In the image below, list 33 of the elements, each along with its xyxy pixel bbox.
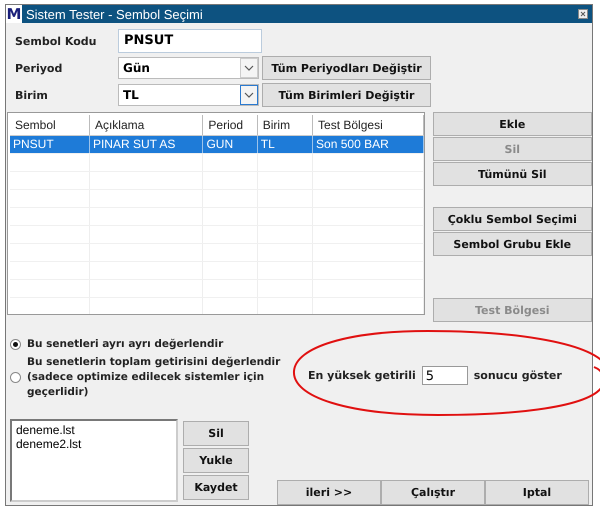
dropdown[interactable]: TL <box>118 84 259 106</box>
field-label: Periyod <box>14 62 64 74</box>
change-all-button[interactable]: Tüm Periyodları Değiştir <box>262 56 431 80</box>
number-field[interactable]: 5 <box>422 366 468 384</box>
field-label: Sembol Kodu <box>14 34 98 48</box>
column-header[interactable]: Period <box>203 115 258 135</box>
window-title: Sistem Tester - Sembol Seçimi <box>26 6 204 22</box>
field-label: sonucu göster <box>474 368 562 382</box>
app-logo-icon: M <box>6 5 22 23</box>
footer-button[interactable]: ileri >> <box>277 480 381 505</box>
side-button[interactable]: Çoklu Sembol Seçimi <box>432 207 592 231</box>
text-field[interactable]: PNSUT <box>118 29 262 53</box>
field-label: Birim <box>14 88 49 102</box>
column-header[interactable]: Test Bölgesi <box>313 115 424 135</box>
side-button[interactable]: Tümünü Sil <box>432 162 592 186</box>
column-header[interactable]: Sembol <box>10 115 90 135</box>
list-item[interactable]: deneme2.lst <box>16 437 172 451</box>
list-button[interactable]: Kaydet <box>183 475 249 500</box>
footer-button[interactable]: Çalıştır <box>381 480 485 505</box>
footer-button[interactable]: Iptal <box>485 480 589 505</box>
side-button[interactable]: Sembol Grubu Ekle <box>432 232 592 256</box>
side-button[interactable]: Ekle <box>432 112 592 136</box>
list-button[interactable]: Yukle <box>183 448 249 473</box>
radio-label: Bu senetlerin toplam getirisini değerlendir (sadece optimize edilecek sistemler için geçerlidir) <box>27 355 282 400</box>
column-header[interactable]: Birim <box>258 115 314 135</box>
radio-label: Bu senetleri ayrı ayrı değerlendir <box>27 337 224 352</box>
column-header[interactable]: Açıklama <box>90 115 204 135</box>
dropdown[interactable]: Gün <box>118 57 259 79</box>
list-button[interactable]: Sil <box>183 421 249 446</box>
list-item[interactable]: deneme.lst <box>16 423 172 437</box>
change-all-button[interactable]: Tüm Birimleri Değiştir <box>262 83 431 107</box>
table-row[interactable]: PNSUT PINAR SUT AS GUN TL Son 500 BAR <box>10 136 424 154</box>
field-label: En yüksek getirili <box>308 368 416 382</box>
